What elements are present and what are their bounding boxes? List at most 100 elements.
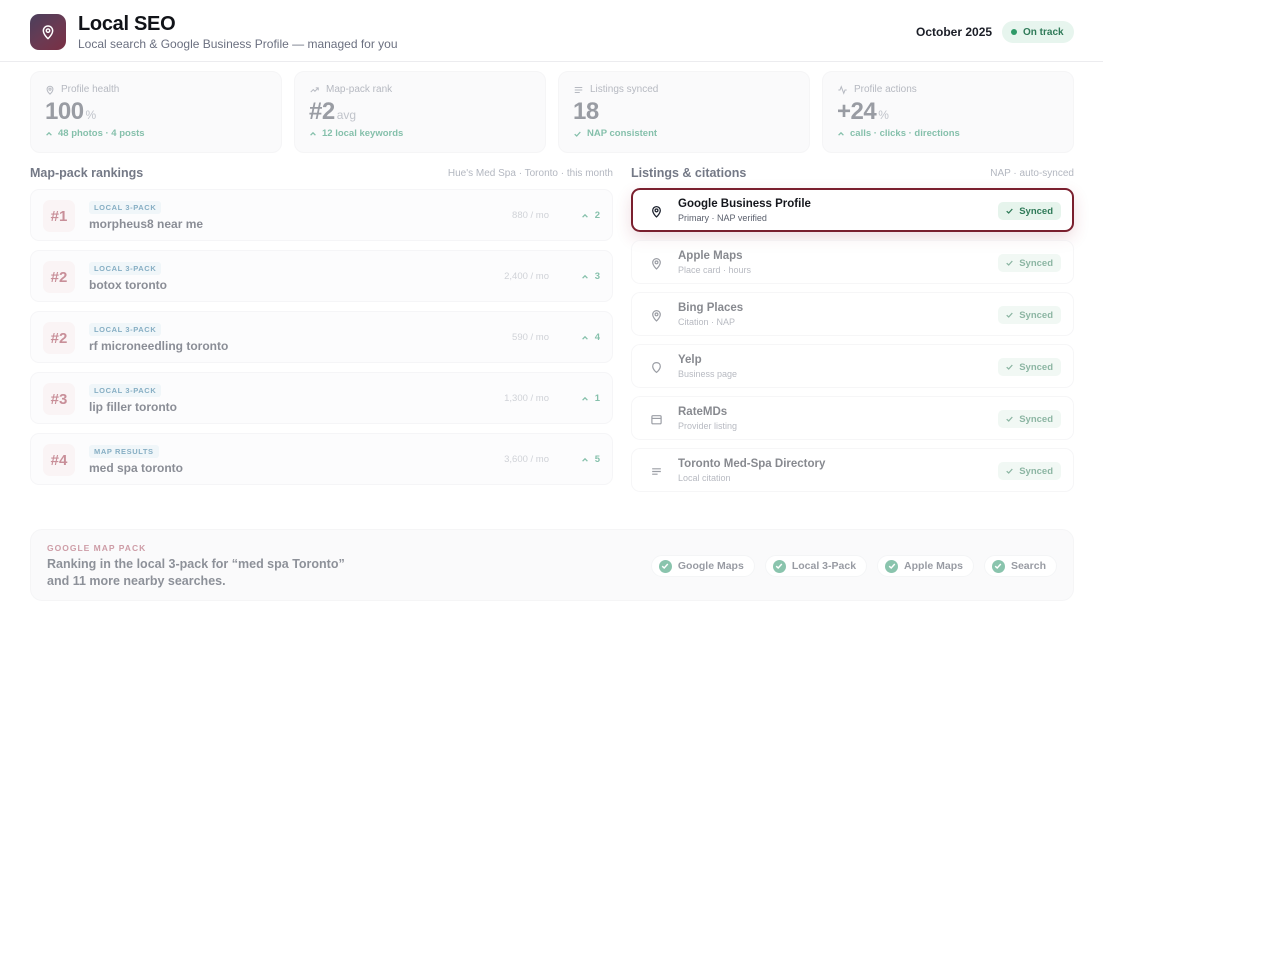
rank-position: #2 xyxy=(43,322,75,354)
check-circle-icon xyxy=(658,559,672,573)
kpi-label-row: Profile actions xyxy=(837,84,917,95)
listing-name: Google Business Profile xyxy=(678,198,811,210)
check-icon xyxy=(574,131,581,137)
rank-volume: 1,300 / mo xyxy=(504,393,549,404)
ranking-row[interactable]: #2 LOCAL 3-PACK botox toronto 2,400 / mo… xyxy=(30,250,613,302)
chevron-up-icon xyxy=(310,131,316,136)
rank-volume: 590 / mo xyxy=(512,332,549,343)
chip-label: Search xyxy=(1010,560,1046,572)
listing-detail: Citation · NAP xyxy=(678,317,736,327)
banner-headline: Ranking in the local 3-pack for “med spa… xyxy=(47,557,345,571)
chevron-up-icon xyxy=(581,457,588,462)
kpi-label-row: Profile health xyxy=(45,84,119,95)
kpi-unit: avg xyxy=(336,108,357,122)
rank-volume: 2,400 / mo xyxy=(504,271,549,282)
rank-delta: 3 xyxy=(581,271,600,282)
rank-position: #1 xyxy=(43,200,75,232)
rank-keyword: med spa toronto xyxy=(89,461,184,475)
map-pin-icon xyxy=(648,203,664,219)
ranking-row[interactable]: #3 LOCAL 3-PACK lip filler toronto 1,300… xyxy=(30,372,613,424)
chip-search[interactable]: Search xyxy=(983,555,1057,577)
listing-toronto-med-spa-directory[interactable]: Toronto Med-Spa Directory Local citation… xyxy=(631,448,1074,492)
chip-google-maps[interactable]: Google Maps xyxy=(650,555,755,577)
synced-badge: Synced xyxy=(998,202,1061,220)
kpi-value: 18 xyxy=(573,98,601,126)
synced-label: Synced xyxy=(1019,413,1053,425)
synced-badge: Synced xyxy=(998,358,1061,376)
check-circle-icon xyxy=(885,559,899,573)
local-seo-dashboard: Local SEO Local search & Google Business… xyxy=(0,0,1103,601)
chevron-up-icon xyxy=(581,396,588,401)
chip-label: Google Maps xyxy=(677,560,744,572)
rank-position: #3 xyxy=(43,383,75,415)
listing-apple-maps[interactable]: Apple Maps Place card · hours Synced xyxy=(631,240,1074,284)
status-badge: On track xyxy=(1002,21,1074,43)
period-selector[interactable]: October 2025 xyxy=(916,25,992,39)
synced-badge: Synced xyxy=(998,462,1061,480)
listing-ratemds[interactable]: RateMDs Provider listing Synced xyxy=(631,396,1074,440)
listing-name: Apple Maps xyxy=(678,250,743,262)
check-icon xyxy=(1006,312,1013,318)
chevron-up-icon xyxy=(46,131,52,136)
synced-badge: Synced xyxy=(998,410,1061,428)
listing-bing-places[interactable]: Bing Places Citation · NAP Synced xyxy=(631,292,1074,336)
ranking-row[interactable]: #2 LOCAL 3-PACK rf microneedling toronto… xyxy=(30,311,613,363)
listings-list: Google Business Profile Primary · NAP ve… xyxy=(631,188,1074,500)
listing-detail: Local citation xyxy=(678,473,731,483)
listing-name: Bing Places xyxy=(678,302,744,314)
kpi-card-profile-health[interactable]: Profile health 100% 48 photos · 4 posts xyxy=(30,71,282,153)
rank-delta: 2 xyxy=(581,210,600,221)
check-circle-icon xyxy=(772,559,786,573)
map-pin-icon xyxy=(46,85,54,95)
kpi-note-text: 12 local keywords xyxy=(322,128,404,139)
check-icon xyxy=(1006,468,1013,474)
kpi-label: Profile health xyxy=(61,84,120,95)
chip-apple-maps[interactable]: Apple Maps xyxy=(877,555,974,577)
synced-badge: Synced xyxy=(998,254,1061,272)
chevron-up-icon xyxy=(581,274,588,279)
chevron-up-icon xyxy=(838,131,844,136)
rank-keyword: lip filler toronto xyxy=(89,400,177,414)
rank-delta-value: 2 xyxy=(594,210,600,221)
kpi-card-profile-actions[interactable]: Profile actions +24% calls · clicks · di… xyxy=(822,71,1074,153)
kpi-number: #2 xyxy=(309,98,335,125)
rank-volume: 880 / mo xyxy=(512,210,549,221)
synced-label: Synced xyxy=(1019,465,1053,477)
listing-detail: Provider listing xyxy=(678,421,738,431)
rank-volume: 3,600 / mo xyxy=(504,454,549,465)
kpi-label-row: Map-pack rank xyxy=(309,84,392,95)
ranking-row[interactable]: #4 MAP RESULTS med spa toronto 3,600 / m… xyxy=(30,433,613,485)
rank-delta: 4 xyxy=(581,332,600,343)
rank-delta-value: 3 xyxy=(594,271,600,282)
synced-label: Synced xyxy=(1019,205,1053,217)
rank-keyword: morpheus8 near me xyxy=(89,217,204,231)
rank-tag: LOCAL 3-PACK xyxy=(89,262,162,275)
kpi-card-listings-synced[interactable]: Listings synced 18 NAP consistent xyxy=(558,71,810,153)
rank-position: #2 xyxy=(43,261,75,293)
kpi-number: 100 xyxy=(45,98,84,125)
ranking-row[interactable]: #1 LOCAL 3-PACK morpheus8 near me 880 / … xyxy=(30,189,613,241)
check-icon xyxy=(1006,208,1013,214)
synced-label: Synced xyxy=(1019,309,1053,321)
listing-yelp[interactable]: Yelp Business page Synced xyxy=(631,344,1074,388)
chip-label: Local 3-Pack xyxy=(791,560,857,572)
check-icon xyxy=(1006,364,1013,370)
banner-kicker: GOOGLE MAP PACK xyxy=(47,543,147,553)
listing-detail: Business page xyxy=(678,369,738,379)
kpi-unit: % xyxy=(85,108,97,122)
rank-keyword: botox toronto xyxy=(89,278,167,292)
rank-delta-value: 4 xyxy=(594,332,600,343)
rank-delta: 1 xyxy=(581,393,600,404)
app-logo xyxy=(30,14,66,50)
kpi-value: #2 avg xyxy=(309,98,356,126)
synced-label: Synced xyxy=(1019,257,1053,269)
status-label: On track xyxy=(1023,26,1064,38)
kpi-note: calls · clicks · directions xyxy=(837,128,960,139)
chip-local-3-pack[interactable]: Local 3-Pack xyxy=(764,555,868,577)
map-pin-icon xyxy=(648,307,664,323)
kpi-card-map-pack-rank[interactable]: Map-pack rank #2 avg 12 local keywords xyxy=(294,71,546,153)
listing-detail: Primary · NAP verified xyxy=(678,213,767,223)
trend-up-icon xyxy=(310,86,319,92)
listing-google-business-profile[interactable]: Google Business Profile Primary · NAP ve… xyxy=(631,188,1074,232)
shield-icon xyxy=(648,359,664,375)
